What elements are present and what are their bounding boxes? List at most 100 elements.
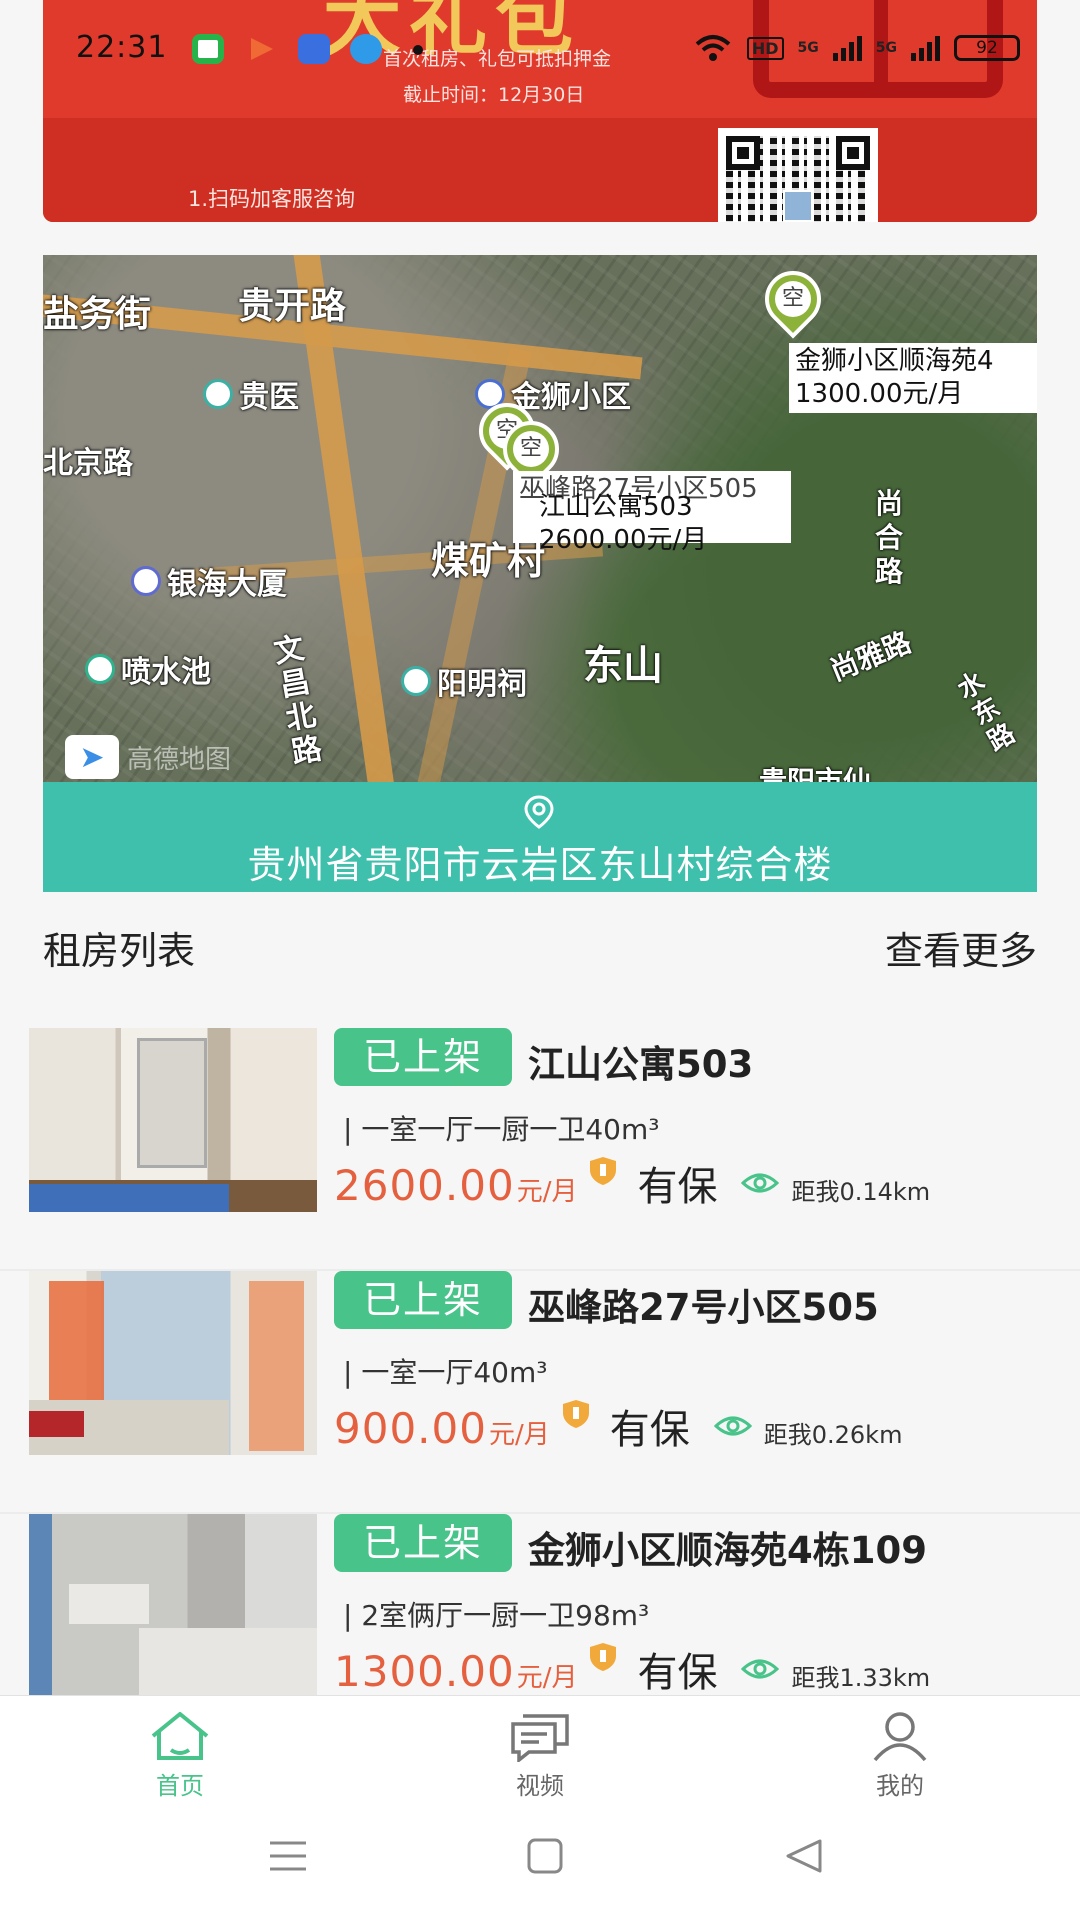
map-view[interactable]: 盐务街 贵开路 贵医 金狮小区 北京路 银海大厦 煤矿村 喷水池 文昌北路 阳明… <box>43 255 1037 782</box>
poi-yangmingci[interactable]: 阳明祠 <box>401 659 527 703</box>
listing-price: 1300.00 <box>334 1647 515 1695</box>
map-label: 贵阳市仙 <box>759 765 872 782</box>
chat-bubble-icon <box>511 1714 569 1762</box>
status-badge: 已上架 <box>334 1271 512 1329</box>
home-icon <box>151 1712 209 1760</box>
listing-card[interactable]: 已上架 江山公寓503 | 一室一厅一厨一卫40m³ 2600.00 元/月 有… <box>0 1028 1080 1271</box>
map-pin-jinshi[interactable]: 空 <box>753 259 833 339</box>
price-unit: 元/月 <box>516 1663 578 1693</box>
building-icon <box>131 566 161 596</box>
user-icon <box>873 1712 927 1762</box>
listing-distance: 距我1.33km <box>791 1664 931 1692</box>
home-square-icon[interactable] <box>526 1837 564 1875</box>
network-5g-label: 5G <box>797 40 819 56</box>
tab-profile[interactable]: 我的 <box>720 1696 1080 1815</box>
map-label: 北京路 <box>43 446 133 481</box>
listing-distance: 距我0.14km <box>791 1178 931 1206</box>
listing-price-row: 900.00 元/月 有保 距我0.26km <box>334 1397 902 1455</box>
poi-yinhai[interactable]: 银海大厦 <box>131 559 287 603</box>
map-label: 金狮小区 <box>511 380 631 415</box>
map-callout-jiangshan[interactable]: 江山公寓503 2600.00元/月 <box>533 489 713 559</box>
video-app-icon <box>245 34 277 64</box>
landmark-icon <box>401 666 431 696</box>
listing-price: 900.00 <box>334 1404 487 1453</box>
banner-scan-text: 1.扫码加客服咨询 <box>188 187 356 211</box>
current-address: 贵州省贵阳市云岩区东山村综合楼 <box>247 843 833 887</box>
qr-avatar-icon <box>783 190 813 222</box>
map-label: 尚合路 <box>875 487 904 588</box>
listing-photo <box>29 1028 317 1212</box>
wifi-icon <box>695 35 731 61</box>
status-badge: 已上架 <box>334 1028 512 1086</box>
listing-layout: | 一室一厅一厨一卫40m³ <box>343 1113 660 1146</box>
section-title: 租房列表 <box>43 929 196 973</box>
message-app-icon <box>192 34 224 64</box>
eye-icon <box>741 1173 780 1193</box>
poi-penshuichi[interactable]: 喷水池 <box>85 647 211 691</box>
status-icons: HD 5G 5G 92 <box>693 34 1020 62</box>
map-label: 文昌北路 <box>271 630 325 771</box>
listing-card[interactable]: 已上架 巫峰路27号小区505 | 一室一厅40m³ 900.00 元/月 有保… <box>0 1271 1080 1514</box>
insured-label: 有保 <box>637 1164 718 1210</box>
tab-label: 首页 <box>156 1772 204 1800</box>
map-label: 银海大厦 <box>167 567 287 602</box>
listing-card[interactable]: 已上架 金狮小区顺海苑4栋109 | 2室俩厅一厨一卫98m³ 1300.00 … <box>0 1514 1080 1695</box>
see-more-link[interactable]: 查看更多 <box>885 920 1037 975</box>
listing-layout: | 一室一厅40m³ <box>343 1356 548 1389</box>
map-label: 尚雅路 <box>825 625 916 688</box>
shield-icon <box>562 1400 589 1428</box>
map-provider-logo: ➤ 高德地图 <box>65 735 231 779</box>
tab-home[interactable]: 首页 <box>0 1696 360 1815</box>
status-badge: 已上架 <box>334 1514 512 1572</box>
location-bar[interactable]: 贵州省贵阳市云岩区东山村综合楼 <box>43 782 1037 892</box>
menu-icon[interactable] <box>268 1839 308 1873</box>
transit-icon <box>85 654 115 684</box>
map-callout-jinshi[interactable]: 金狮小区顺海苑4 1300.00元/月 <box>789 343 1037 413</box>
hospital-icon <box>203 379 233 409</box>
insured-label: 有保 <box>609 1407 690 1453</box>
listing-title: 江山公寓503 <box>528 1043 754 1086</box>
status-bar: 22:31 HD 5G 5G 92 <box>0 0 1080 100</box>
listing-price-row: 2600.00 元/月 有保 距我0.14km <box>334 1154 930 1212</box>
baidu-app-icon <box>298 34 330 64</box>
list-header: 租房列表 查看更多 <box>43 920 1037 975</box>
shield-icon <box>590 1157 617 1185</box>
browser-app-icon <box>350 34 382 64</box>
gaode-logo-icon: ➤ <box>65 735 119 779</box>
shield-icon <box>590 1643 617 1671</box>
map-label: 东山 <box>583 643 663 689</box>
map-label: 盐务街 <box>43 294 152 335</box>
listing-title: 金狮小区顺海苑4栋109 <box>528 1529 927 1572</box>
price-unit: 元/月 <box>516 1177 578 1207</box>
back-icon[interactable] <box>784 1837 824 1875</box>
system-nav-bar <box>0 1815 1080 1920</box>
bottom-tab-bar: 首页 视频 我的 <box>0 1695 1080 1815</box>
eye-icon <box>713 1416 752 1436</box>
tab-video[interactable]: 视频 <box>360 1696 720 1815</box>
map-label: 贵医 <box>239 380 299 415</box>
poi-guiyi[interactable]: 贵医 <box>203 372 299 416</box>
listing-photo <box>29 1271 317 1455</box>
listing-photo <box>29 1514 317 1695</box>
price-unit: 元/月 <box>488 1420 550 1450</box>
hd-icon: HD <box>746 36 784 60</box>
qr-code[interactable] <box>718 128 878 222</box>
network-5g-label-2: 5G <box>875 40 897 56</box>
signal-icon-2 <box>911 35 940 61</box>
map-label: 水东路 <box>952 666 1021 758</box>
battery-icon: 92 <box>954 35 1020 61</box>
map-label: 阳明祠 <box>437 667 527 702</box>
location-pin-icon <box>524 795 554 829</box>
clock: 22:31 <box>76 30 168 65</box>
listing-price: 2600.00 <box>334 1161 515 1210</box>
map-label: 贵开路 <box>238 286 347 327</box>
tab-label: 视频 <box>516 1772 564 1800</box>
notification-dot <box>413 45 423 55</box>
insured-label: 有保 <box>637 1650 718 1695</box>
listing-layout: | 2室俩厅一厨一卫98m³ <box>343 1599 650 1632</box>
eye-icon <box>741 1659 780 1679</box>
listing-price-row: 1300.00 元/月 有保 距我1.33km <box>334 1640 930 1695</box>
map-label: 喷水池 <box>121 655 211 690</box>
listing-title: 巫峰路27号小区505 <box>528 1286 879 1329</box>
signal-icon <box>832 35 862 61</box>
